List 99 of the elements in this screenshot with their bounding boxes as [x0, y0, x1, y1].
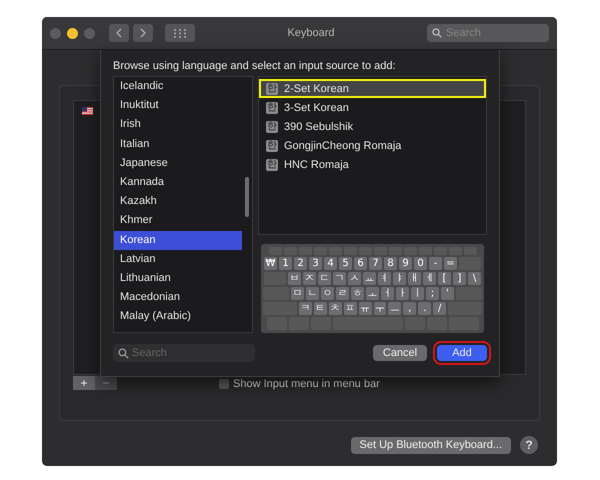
keyboard-key: ㅋ [298, 302, 312, 315]
checkbox[interactable] [219, 379, 229, 389]
hangul-icon: 한 [266, 158, 278, 170]
keyboard-key: ㅛ [363, 272, 376, 285]
keyboard-key: ㅂ [288, 272, 301, 285]
hangul-icon: 한 [266, 120, 278, 132]
hangul-icon: 한 [266, 102, 278, 114]
language-item[interactable]: Japanese [114, 154, 242, 173]
keyboard-key: ㅣ [411, 287, 424, 300]
language-item[interactable]: Inuktitut [114, 96, 242, 116]
checkbox-label: Show Input menu in menu bar [233, 378, 380, 390]
keyboard-key: ㅇ [321, 287, 334, 300]
keyboard-key: ㄱ [333, 272, 346, 285]
forward-button[interactable] [133, 24, 153, 42]
sheet-prompt: Browse using language and select an input source to add: [113, 60, 397, 72]
keyboard-key: ㅕ [378, 272, 391, 285]
keyboard-key: ㅡ [388, 302, 402, 315]
add-button[interactable]: Add [437, 345, 487, 361]
keyboard-key: = [444, 257, 457, 270]
language-item[interactable]: Irish [114, 115, 242, 135]
keyboard-key: 6 [354, 257, 367, 270]
language-item[interactable]: Kazakh [114, 192, 242, 212]
keyboard-key: 7 [369, 257, 382, 270]
keyboard-key: ㅔ [423, 272, 436, 285]
keyboard-key: ㅅ [348, 272, 361, 285]
scrollbar-thumb[interactable] [245, 177, 249, 217]
keyboard-key [448, 302, 482, 315]
language-item[interactable]: Italian [114, 134, 242, 154]
keyboard-key: ㄷ [318, 272, 331, 285]
keyboard-key: ㄹ [336, 287, 349, 300]
close-icon[interactable] [50, 28, 61, 38]
keyboard-key: / [433, 302, 446, 315]
hangul-icon: 한 [266, 82, 278, 94]
keyboard-key: ㅑ [393, 272, 406, 285]
input-source-label: 3-Set Korean [284, 102, 349, 114]
help-button[interactable]: ? [520, 436, 538, 454]
language-item[interactable]: Macedonian [114, 288, 242, 308]
keyboard-key: ㄴ [306, 287, 319, 300]
keyboard-key: \ [468, 272, 481, 285]
keyboard-key: ㅍ [344, 302, 357, 315]
minimize-icon[interactable] [67, 28, 78, 38]
keyboard-key: 8 [384, 257, 397, 270]
show-all-button[interactable] [165, 24, 195, 42]
keyboard-key: 2 [294, 257, 307, 270]
keyboard-key: 5 [339, 257, 352, 270]
chevron-right-icon [139, 28, 147, 38]
search-icon [118, 348, 129, 359]
keyboard-key: ㅐ [408, 272, 421, 285]
window-title: Keyboard [286, 27, 336, 39]
keyboard-key: 3 [309, 257, 322, 270]
keyboard-key: , [403, 302, 416, 315]
keyboard-key: ㅌ [314, 302, 327, 315]
grid-icon [174, 28, 186, 38]
keyboard-key: ₩ [264, 257, 277, 270]
input-source-item[interactable]: 한 3-Set Korean [259, 98, 486, 117]
keyboard-key: [ [438, 272, 451, 285]
search-icon [432, 28, 442, 38]
keyboard-key: . [418, 302, 432, 315]
input-source-item[interactable]: 한 HNC Romaja [259, 155, 486, 174]
hangul-icon: 한 [266, 140, 278, 152]
keyboard-key: ] [453, 272, 466, 285]
keyboard-key: ; [426, 287, 439, 300]
keyboard-key: - [429, 257, 442, 270]
keyboard-key: 1 [279, 257, 292, 270]
keyboard-key: ㅠ [358, 302, 372, 315]
input-source-item[interactable]: 한 2-Set Korean [259, 79, 486, 98]
input-source-label: 2-Set Korean [284, 82, 349, 94]
chevron-left-icon [115, 28, 123, 38]
keyboard-key: 0 [414, 257, 427, 270]
flag-icon [82, 107, 93, 115]
bluetooth-keyboard-button[interactable]: Set Up Bluetooth Keyboard... [350, 436, 511, 454]
keyboard-key: ㅜ [374, 302, 386, 315]
keyboard-key [262, 302, 297, 315]
keyboard-key: ㅓ [381, 287, 394, 300]
keyboard-key: ㅏ [396, 287, 409, 300]
back-button[interactable] [109, 24, 129, 42]
keyboard-key: ' [441, 287, 454, 300]
input-source-label: GongjinCheong Romaja [284, 140, 402, 152]
keyboard-key: ㅊ [328, 302, 342, 315]
add-source-button[interactable]: + [73, 376, 95, 390]
language-item[interactable]: Latvian [114, 250, 242, 269]
language-item[interactable]: Icelandic [114, 77, 242, 96]
language-item[interactable]: Malay (Arabic) [114, 307, 242, 326]
zoom-icon[interactable] [84, 28, 95, 38]
input-source-item[interactable]: 한 390 Sebulshik [259, 117, 486, 136]
language-item[interactable]: Khmer [114, 211, 242, 230]
cancel-button[interactable]: Cancel [373, 345, 427, 361]
keyboard-key: ㅈ [303, 272, 316, 285]
keyboard-key: ㅎ [351, 287, 364, 300]
keyboard-key: 9 [399, 257, 412, 270]
language-item[interactable]: Lithuanian [114, 268, 242, 288]
language-item[interactable]: Korean [114, 230, 242, 250]
input-source-item[interactable]: 한 GongjinCheong Romaja [259, 136, 486, 155]
language-item[interactable]: Kannada [114, 172, 242, 192]
keyboard-key: 4 [324, 257, 337, 270]
keyboard-key: ㅗ [366, 287, 379, 300]
keyboard-key: ㅁ [291, 287, 304, 300]
input-source-label: HNC Romaja [284, 158, 349, 170]
input-source-label: 390 Sebulshik [284, 120, 354, 132]
